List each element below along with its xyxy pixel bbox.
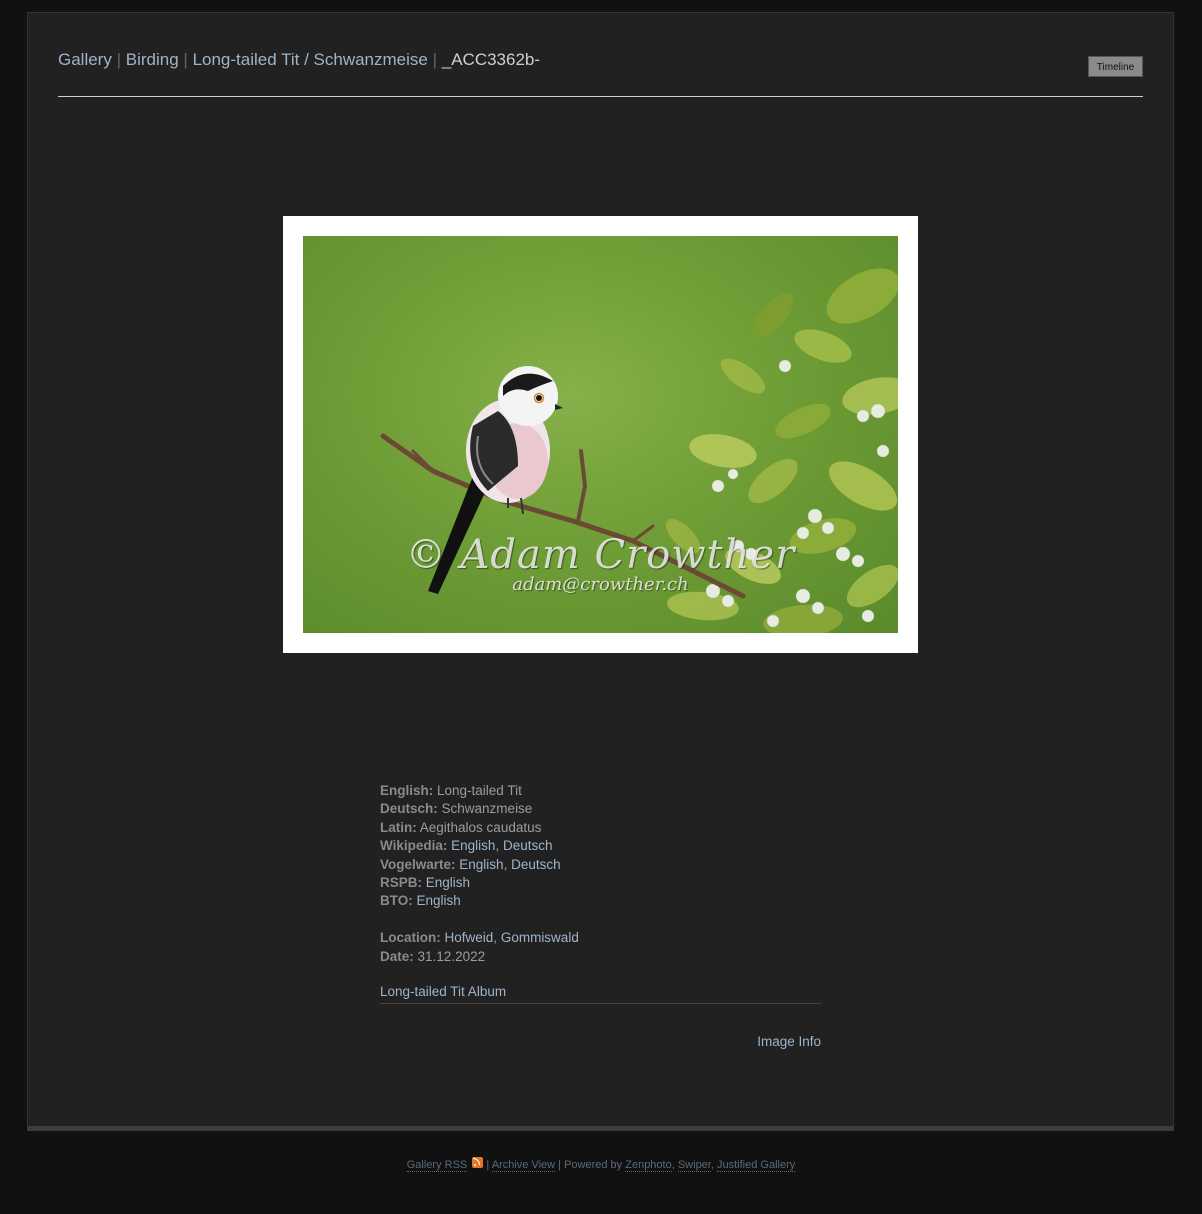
timeline-button[interactable]: Timeline [1088,56,1143,77]
archive-view-link[interactable]: Archive View [491,1159,556,1172]
info-row-english: English: Long-tailed Tit [380,782,821,800]
image-description: English: Long-tailed Tit Deutsch: Schwan… [380,782,821,966]
breadcrumb-gallery-link[interactable]: Gallery [58,50,112,69]
info-row-location: Location: Hofweid, Gommiswald [380,929,821,947]
info-value: Schwanzmeise [441,801,533,817]
info-row-deutsch: Deutsch: Schwanzmeise [380,800,821,818]
zenphoto-link[interactable]: Zenphoto [625,1159,672,1172]
info-label: Deutsch: [380,801,438,817]
info-label: Wikipedia: [380,838,448,854]
swiper-link[interactable]: Swiper [677,1159,711,1172]
footer-separator: | [486,1159,490,1171]
info-row-vogelwarte: Vogelwarte: English, Deutsch [380,856,821,874]
info-label: BTO: [380,893,413,909]
rss-icon[interactable] [472,1157,484,1168]
link-separator: , [503,856,512,872]
info-row-latin: Latin: Aegithalos caudatus [380,819,821,837]
powered-by-text: Powered by [564,1159,623,1171]
info-row-rspb: RSPB: English [380,874,821,892]
location-gommiswald-link[interactable]: Gommiswald [501,930,579,945]
info-value: Aegithalos caudatus [419,819,542,835]
footer: Gallery RSS | Archive View | Powered by … [0,1157,1202,1172]
wikipedia-english-link[interactable]: English [451,838,495,853]
breadcrumb-birding-link[interactable]: Birding [126,50,179,69]
breadcrumb-separator: | [116,50,122,69]
bto-english-link[interactable]: English [417,893,461,908]
bird-photo[interactable]: © Adam Crowther adam@crowther.ch [303,236,898,633]
wikipedia-deutsch-link[interactable]: Deutsch [503,838,553,853]
breadcrumb: Gallery | Birding | Long-tailed Tit / Sc… [58,50,540,70]
watermark-email: adam@crowther.ch [512,574,689,595]
gallery-rss-link[interactable]: Gallery RSS [406,1159,468,1172]
link-separator: , [495,838,503,854]
info-label: Vogelwarte: [380,856,456,872]
justified-gallery-link[interactable]: Justified Gallery [717,1159,796,1172]
info-label: Location: [380,930,441,946]
info-label: Latin: [380,819,417,835]
header-divider [58,96,1143,97]
breadcrumb-separator: | [183,50,188,69]
info-row-date: Date: 31.12.2022 [380,948,821,966]
watermark-copyright: © Adam Crowther [405,532,796,578]
breadcrumb-current-image: _ACC3362b- [441,50,541,69]
info-value: Long-tailed Tit [437,783,522,798]
info-label: RSPB: [380,875,423,891]
photo-frame: © Adam Crowther adam@crowther.ch [283,216,918,653]
image-info-toggle[interactable]: Image Info [680,1034,821,1049]
info-row-wikipedia: Wikipedia: English, Deutsch [380,837,821,855]
footer-comma: , [671,1159,675,1171]
vogelwarte-deutsch-link[interactable]: Deutsch [511,857,561,872]
main-panel: Gallery | Birding | Long-tailed Tit / Sc… [27,12,1174,1131]
breadcrumb-album-link[interactable]: Long-tailed Tit / Schwanzmeise [193,50,428,69]
link-separator: , [493,930,501,946]
album-link-container: Long-tailed Tit Album [380,984,821,1004]
info-label: Date: [380,948,414,964]
info-label: English: [380,783,434,798]
footer-comma: , [710,1159,714,1171]
breadcrumb-separator: | [432,50,438,69]
footer-separator: | [558,1159,562,1171]
location-hofweid-link[interactable]: Hofweid [445,930,494,945]
info-row-bto: BTO: English [380,892,821,910]
album-link[interactable]: Long-tailed Tit Album [380,984,506,999]
info-value: 31.12.2022 [417,948,486,964]
vogelwarte-english-link[interactable]: English [459,857,503,872]
rspb-english-link[interactable]: English [426,875,470,890]
